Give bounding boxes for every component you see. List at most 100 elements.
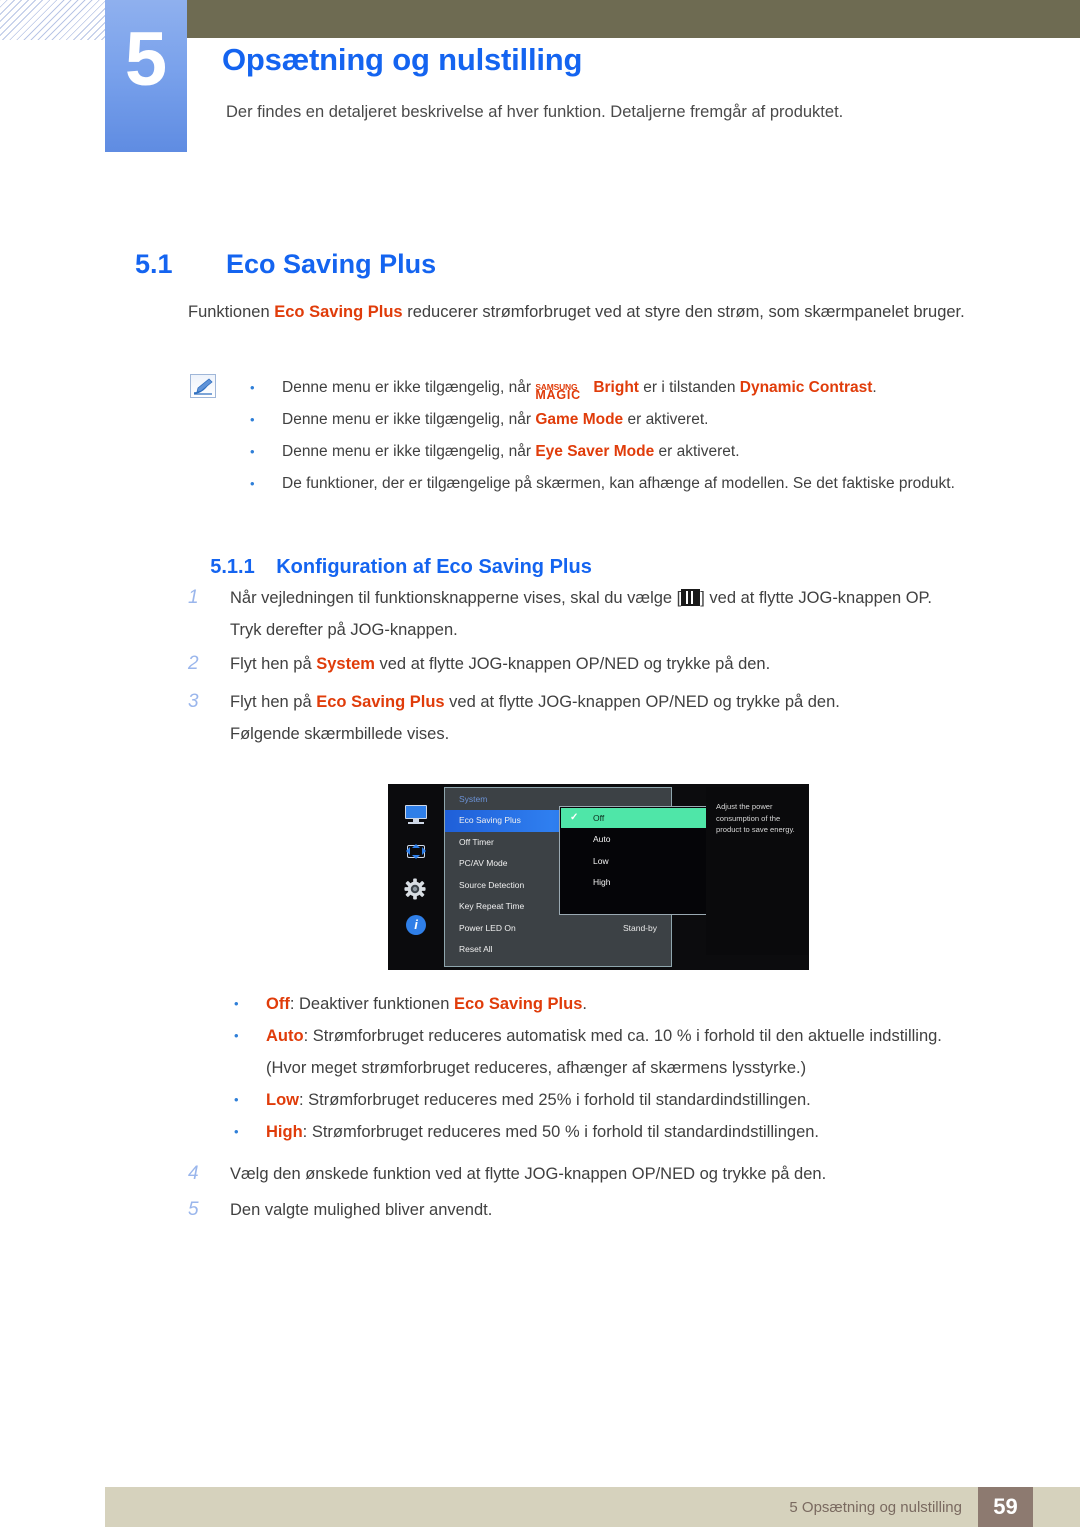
note-text-a: Denne menu er ikke tilgængelig, når [282,411,536,428]
note-text-c: . [872,379,877,396]
osd-option-auto[interactable]: Auto [560,829,711,851]
osd-row-label: Power LED On [459,922,516,933]
option-desc: : Strømforbruget reduceres automatisk me… [303,1027,942,1045]
osd-row-label: Key Repeat Time [459,901,525,911]
step-number: 2 [188,653,199,674]
note-highlight: Game Mode [535,411,624,428]
note-item: Denne menu er ikke tilgængelig, når SAMS… [246,372,1036,404]
chapter-subtitle: Der findes en detaljeret beskrivelse af … [226,103,844,121]
option-low: Low: Strømforbruget reduceres med 25% i … [232,1084,1032,1116]
step3-text-b: ved at flytte JOG-knappen OP/NED og tryk… [444,693,840,711]
note-item: Denne menu er ikke tilgængelig, når Game… [246,404,1036,436]
subsection-title: Konfiguration af Eco Saving Plus [276,556,592,578]
menu-bars-icon [681,589,701,606]
osd-row-label: Source Detection [459,879,525,890]
step4-text: Vælg den ønskede funktion ved at flytte … [230,1165,827,1183]
info-icon: i [403,915,429,937]
note-list: Denne menu er ikke tilgængelig, når SAMS… [246,372,1036,500]
option-name: Low [266,1091,299,1109]
note-item: Denne menu er ikke tilgængelig, når Eye … [246,436,1036,468]
samsung-magic-logo: SAMSUNG MAGIC [535,377,593,402]
footer-text: 5 Opsætning og nulstilling [789,1499,962,1516]
step-text: Flyt hen på System ved at flytte JOG-kna… [230,648,1028,680]
option-desc-tail: . [582,995,587,1013]
step-number: 1 [188,587,199,608]
osd-row-power-led-on[interactable]: Power LED On Stand-by [445,918,671,940]
olive-header-bar [185,0,1080,38]
magic-suffix: Bright [593,379,639,396]
step5-text: Den valgte mulighed bliver anvendt. [230,1201,493,1219]
note-highlight: Dynamic Contrast [739,379,873,396]
note-text-c: er aktiveret. [654,443,740,460]
osd-row-label: Reset All [459,944,493,954]
step2-text-a: Flyt hen på [230,655,317,673]
osd-option-label: Auto [593,834,611,844]
osd-row-label: Eco Saving Plus [459,815,521,825]
step-number: 4 [188,1163,199,1184]
osd-option-popup: ✓ Off Auto Low High [559,806,712,915]
option-desc: : Strømforbruget reduceres med 25% i for… [299,1091,811,1109]
step-number: 5 [188,1199,199,1220]
option-desc: : Strømforbruget reduceres med 50 % i fo… [302,1123,820,1141]
step-1: 1 Når vejledningen til funktionsknappern… [188,582,1028,646]
osd-row-label: PC/AV Mode [459,858,508,868]
option-desc: : Deaktiver funktionen [289,995,454,1013]
note-text-a: Denne menu er ikke tilgængelig, når [282,379,536,396]
osd-option-off[interactable]: ✓ Off [561,808,710,828]
subsection-number: 5.1.1 [210,556,255,578]
option-high: High: Strømforbruget reduceres med 50 % … [232,1116,1032,1148]
monitor-icon [403,804,429,826]
step-text: Når vejledningen til funktionsknapperne … [230,582,1028,614]
chapter-title: Opsætning og nulstilling [222,42,583,77]
step1-text-b: ] ved at flytte JOG-knappen OP. [700,589,932,607]
option-name: High [266,1123,303,1141]
osd-option-low[interactable]: Low [560,851,711,873]
hatch-decoration [0,0,108,40]
manual-page: 5 Opsætning og nulstilling Der findes en… [0,0,1080,1527]
step1-line2: Tryk derefter på JOG-knappen. [230,621,458,639]
step3-text-a: Flyt hen på [230,693,317,711]
section-number: 5.1 [135,249,173,279]
gear-icon [403,878,429,900]
note-item: De funktioner, der er tilgængelige på sk… [246,468,1036,500]
osd-screenshot: i System Eco Saving Plus Off Timer PC/AV… [388,784,809,970]
osd-option-label: Low [593,855,609,866]
note-text-a: De funktioner, der er tilgængelige på sk… [282,475,955,492]
chapter-number: 5 [105,0,187,152]
note-highlight: Eye Saver Mode [535,443,655,460]
intro-paragraph: Funktionen Eco Saving Plus reducerer str… [188,296,1018,328]
check-icon: ✓ [570,812,579,823]
dpad-icon [403,841,429,863]
osd-option-label: High [593,877,611,887]
option-name: Auto [266,1027,304,1045]
intro-highlight: Eco Saving Plus [274,303,403,321]
step2-highlight: System [316,655,375,673]
osd-icon-column: i [388,784,444,970]
option-auto: Auto: Strømforbruget reduceres automatis… [232,1020,1032,1052]
osd-option-label: Off [593,813,605,823]
intro-text-b: reducerer strømforbruget ved at styre de… [402,303,965,321]
step-text: Flyt hen på Eco Saving Plus ved at flytt… [230,686,1028,718]
page-number: 59 [978,1487,1033,1527]
step-3: 3 Flyt hen på Eco Saving Plus ved at fly… [188,686,1028,750]
option-auto-subnote: (Hvor meget strømforbruget reduceres, af… [266,1059,807,1077]
option-off: Off: Deaktiver funktionen Eco Saving Plu… [232,988,1032,1020]
osd-description-panel: Adjust the power consumption of the prod… [706,787,808,955]
option-name: Off [266,995,290,1013]
step3-highlight: Eco Saving Plus [316,693,445,711]
note-pen-icon [190,374,216,398]
option-desc-highlight: Eco Saving Plus [454,995,583,1013]
step1-text-a: Når vejledningen til funktionsknapperne … [230,589,682,607]
section-title: Eco Saving Plus [226,249,437,279]
osd-row-reset-all[interactable]: Reset All [445,939,671,961]
step-4: 4 Vælg den ønskede funktion ved at flytt… [188,1158,1028,1190]
step-number: 3 [188,691,199,712]
note-text-a: Denne menu er ikke tilgængelig, når [282,443,536,460]
option-list: Off: Deaktiver funktionen Eco Saving Plu… [232,988,1032,1148]
step-5: 5 Den valgte mulighed bliver anvendt. [188,1194,1028,1226]
note-text-b: er i tilstanden [638,379,740,396]
osd-option-high[interactable]: High [560,872,711,894]
step2-text-b: ved at flytte JOG-knappen OP/NED og tryk… [374,655,771,673]
step3-line2: Følgende skærmbillede vises. [230,725,450,743]
note-text-c: er aktiveret. [623,411,709,428]
